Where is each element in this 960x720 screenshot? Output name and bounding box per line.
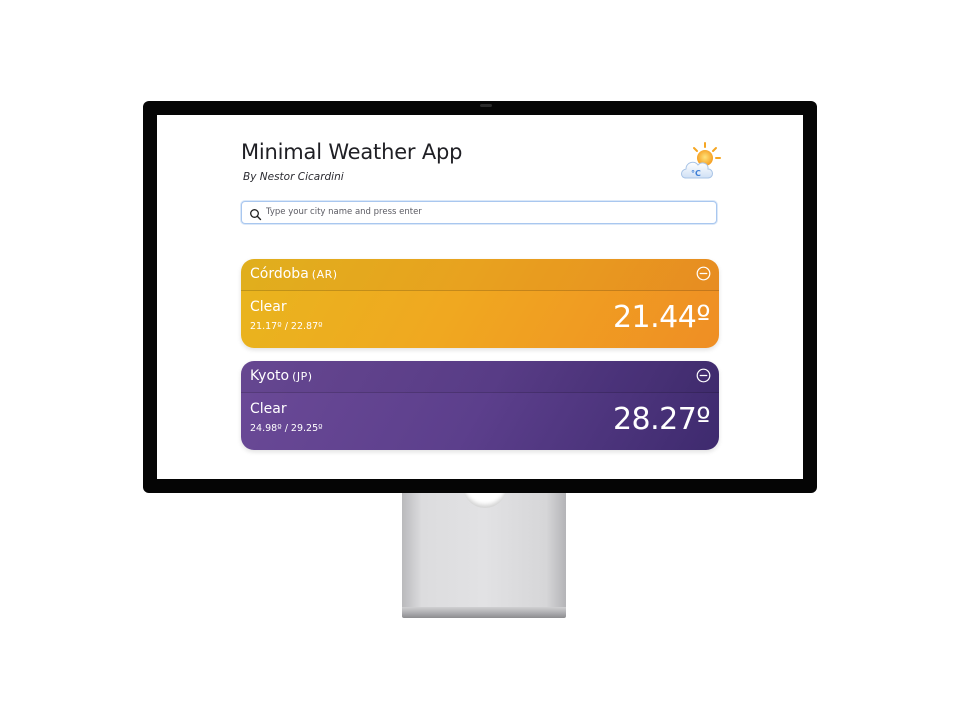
city-card-header: Kyoto (JP) xyxy=(241,361,719,393)
remove-city-button[interactable] xyxy=(696,266,711,281)
minus-circle-icon xyxy=(696,368,711,383)
minus-circle-icon xyxy=(696,266,711,281)
search-box xyxy=(241,201,717,224)
temp-range: 24.98º / 29.25º xyxy=(250,423,323,434)
current-temperature: 28.27º xyxy=(612,402,711,437)
city-name: Kyoto xyxy=(250,368,290,384)
weather-condition: Clear xyxy=(250,299,287,315)
current-temperature: 21.44º xyxy=(612,300,711,335)
sun-cloud-celsius-icon: °C xyxy=(678,140,722,184)
city-card: Córdoba (AR) Clear 21.17º / 22.87º 21.44º xyxy=(241,259,719,348)
city-name: Córdoba xyxy=(250,266,309,282)
monitor-screen: Minimal Weather App By Nestor Cicardini xyxy=(157,115,803,479)
camera-icon xyxy=(480,104,492,107)
app-subtitle: By Nestor Cicardini xyxy=(243,171,344,183)
country-code: (JP) xyxy=(292,370,313,383)
country-code: (AR) xyxy=(311,268,338,281)
temp-range: 21.17º / 22.87º xyxy=(250,321,323,332)
city-title: Córdoba (AR) xyxy=(250,266,338,282)
city-card-header: Córdoba (AR) xyxy=(241,259,719,291)
search-input[interactable] xyxy=(266,203,706,221)
monitor-stand xyxy=(402,493,566,609)
app-title: Minimal Weather App xyxy=(241,140,463,164)
weather-condition: Clear xyxy=(250,401,287,417)
city-card: Kyoto (JP) Clear 24.98º / 29.25º 28.27º xyxy=(241,361,719,450)
remove-city-button[interactable] xyxy=(696,368,711,383)
monitor-stand-base xyxy=(402,607,566,618)
svg-text:°C: °C xyxy=(691,169,701,178)
city-title: Kyoto (JP) xyxy=(250,368,313,384)
search-icon[interactable] xyxy=(249,206,262,221)
